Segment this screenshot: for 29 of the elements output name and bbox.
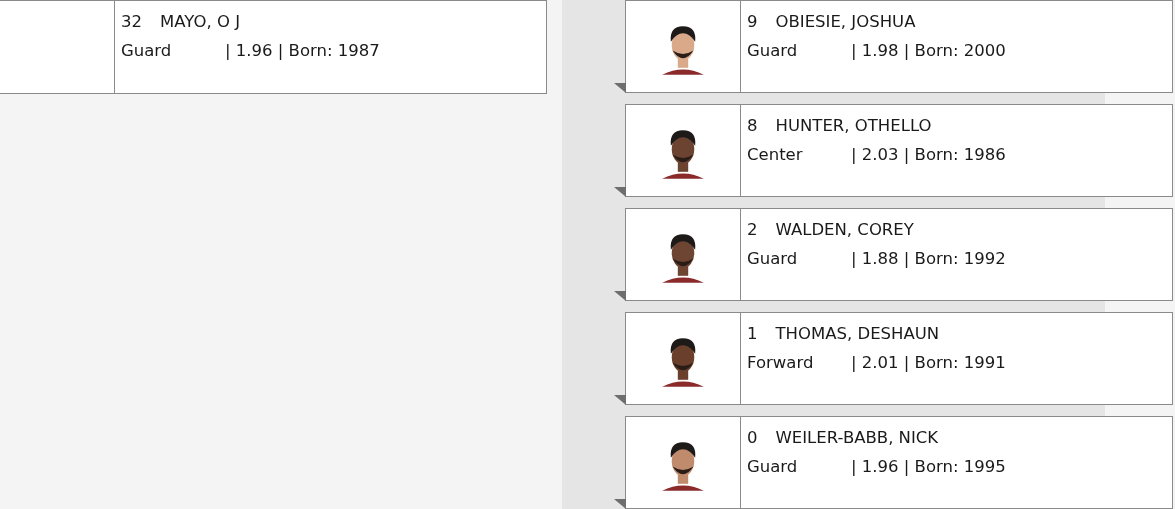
player-details: | 1.88 | Born: 1992 <box>851 248 1006 268</box>
player-details: | 1.98 | Born: 2000 <box>851 40 1006 60</box>
player-name: THOMAS, DESHAUN <box>775 323 940 343</box>
player-name: HUNTER, OTHELLO <box>775 115 932 135</box>
player-details: | 1.96 | Born: 1987 <box>225 40 380 60</box>
player-details: | 2.01 | Born: 1991 <box>851 352 1006 372</box>
corner-triangle <box>614 291 626 301</box>
player-number: 32 <box>121 11 142 31</box>
corner-triangle <box>614 499 626 509</box>
player-number: 2 <box>747 219 758 239</box>
player-position: Forward <box>747 352 815 372</box>
player-name: WALDEN, COREY <box>775 219 914 239</box>
player-number: 1 <box>747 323 758 343</box>
corner-triangle <box>614 83 626 93</box>
corner-triangle <box>614 395 626 405</box>
player-details: | 2.03 | Born: 1986 <box>851 144 1006 164</box>
corner-triangle <box>614 187 626 197</box>
player-position: Guard <box>121 40 173 60</box>
player-name: OBIESIE, JOSHUA <box>775 11 916 31</box>
player-number: 8 <box>747 115 758 135</box>
player-position: Guard <box>747 456 799 476</box>
player-position: Center <box>747 144 804 164</box>
player-details: | 1.96 | Born: 1995 <box>851 456 1006 476</box>
player-position: Guard <box>747 40 799 60</box>
player-name: WEILER-BABB, NICK <box>775 427 939 447</box>
player-number: 9 <box>747 11 758 31</box>
player-position: Guard <box>747 248 799 268</box>
player-number: 0 <box>747 427 758 447</box>
player-name: MAYO, O J <box>160 11 240 31</box>
